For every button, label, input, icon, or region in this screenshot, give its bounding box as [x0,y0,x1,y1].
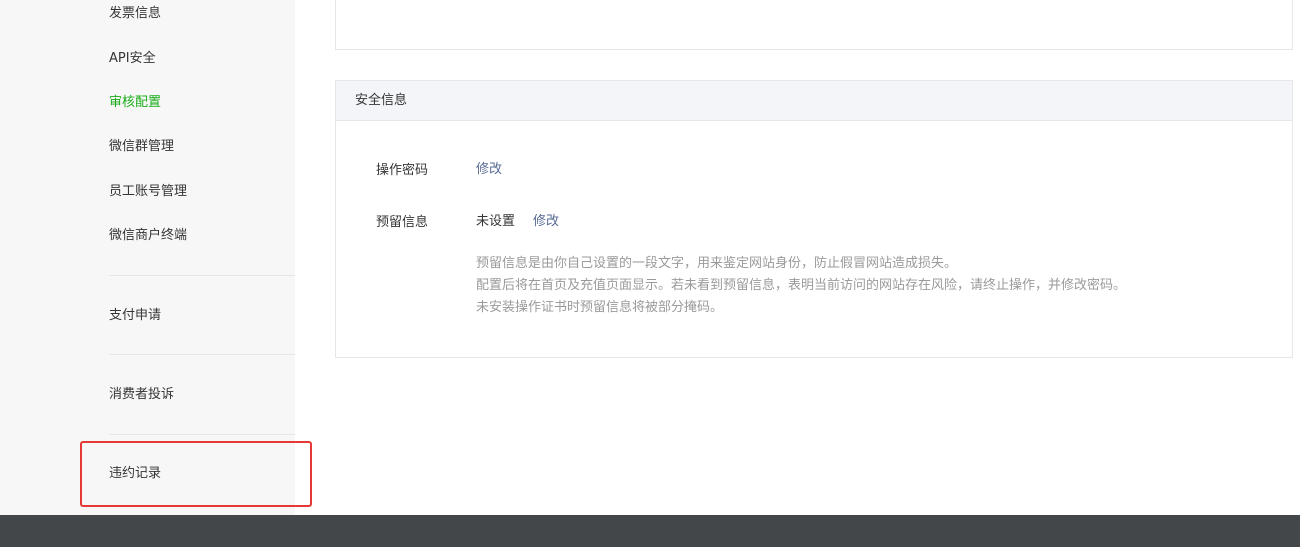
sidebar-divider [109,275,295,276]
modify-password-link[interactable]: 修改 [476,161,502,179]
description-line: 预留信息是由你自己设置的一段文字，用来鉴定网站身份，防止假冒网站造成损失。 [476,256,958,271]
operation-password-label: 操作密码 [376,163,429,178]
sidebar-item-staff-account-management[interactable]: 员工账号管理 [109,183,187,201]
sidebar-divider [109,354,295,355]
page: 发票信息 API安全 审核配置 微信群管理 员工账号管理 微信商户终端 支付申请… [0,0,1300,547]
sidebar-item-api-security[interactable]: API安全 [109,50,156,68]
highlight-annotation-box [80,441,312,507]
sidebar-divider [109,434,295,435]
description-line: 配置后将在首页及充值页面显示。若未看到预留信息，表明当前访问的网站存在风险，请终… [476,278,1127,293]
security-info-card: 安全信息 操作密码 修改 预留信息 未设置 修改 预留信息是由你自己设置的一段文… [335,80,1293,358]
reserved-info-label: 预留信息 [376,215,429,230]
sidebar-item-review-config[interactable]: 审核配置 [109,94,161,112]
sidebar: 发票信息 API安全 审核配置 微信群管理 员工账号管理 微信商户终端 支付申请… [0,0,295,515]
description-line: 未安装操作证书时预留信息将被部分掩码。 [476,300,724,315]
sidebar-item-payment-application[interactable]: 支付申请 [109,307,161,325]
previous-section-card [335,0,1293,50]
reserved-info-status: 未设置 [476,214,516,229]
sidebar-item-wechat-group-management[interactable]: 微信群管理 [109,138,174,156]
modify-reserved-info-link[interactable]: 修改 [533,213,559,231]
reserved-info-description: 预留信息是由你自己设置的一段文字，用来鉴定网站身份，防止假冒网站造成损失。 配置… [476,253,1126,319]
sidebar-item-invoice-info[interactable]: 发票信息 [109,5,161,23]
security-info-title: 安全信息 [336,81,1292,121]
page-footer [0,515,1300,547]
sidebar-item-wechat-merchant-terminal[interactable]: 微信商户终端 [109,227,187,245]
sidebar-item-consumer-complaints[interactable]: 消费者投诉 [109,386,174,404]
